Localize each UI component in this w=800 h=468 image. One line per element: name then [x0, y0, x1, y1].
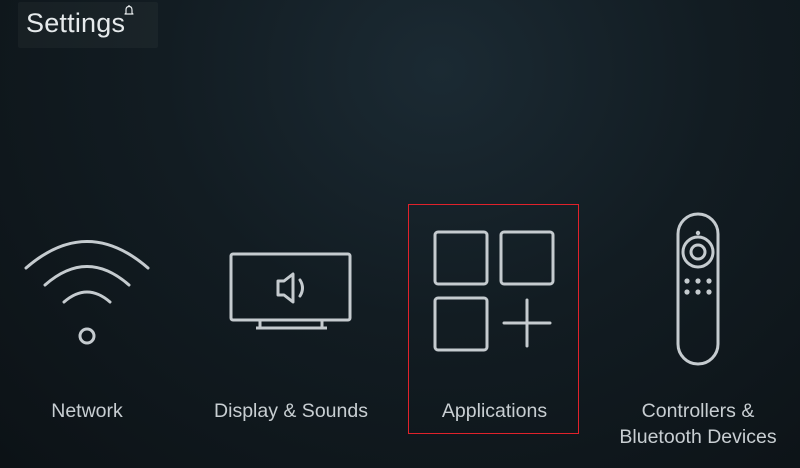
tile-label-controllers-line2: Bluetooth Devices — [619, 426, 777, 448]
display-sound-icon — [229, 252, 352, 330]
page-title: Settings — [26, 8, 126, 38]
bell-icon — [124, 5, 134, 15]
tile-label-network: Network — [51, 400, 123, 422]
wifi-icon — [24, 240, 150, 345]
tile-network[interactable]: Network — [12, 200, 162, 460]
tile-label-display-sounds: Display & Sounds — [214, 400, 368, 422]
remote-control-icon — [676, 212, 720, 366]
tile-display-sounds[interactable]: Display & Sounds — [200, 200, 382, 460]
focus-highlight — [408, 204, 579, 434]
tile-controllers-bluetooth[interactable]: Controllers & Bluetooth Devices — [600, 200, 796, 460]
tile-label-controllers-line1: Controllers & — [641, 400, 755, 422]
